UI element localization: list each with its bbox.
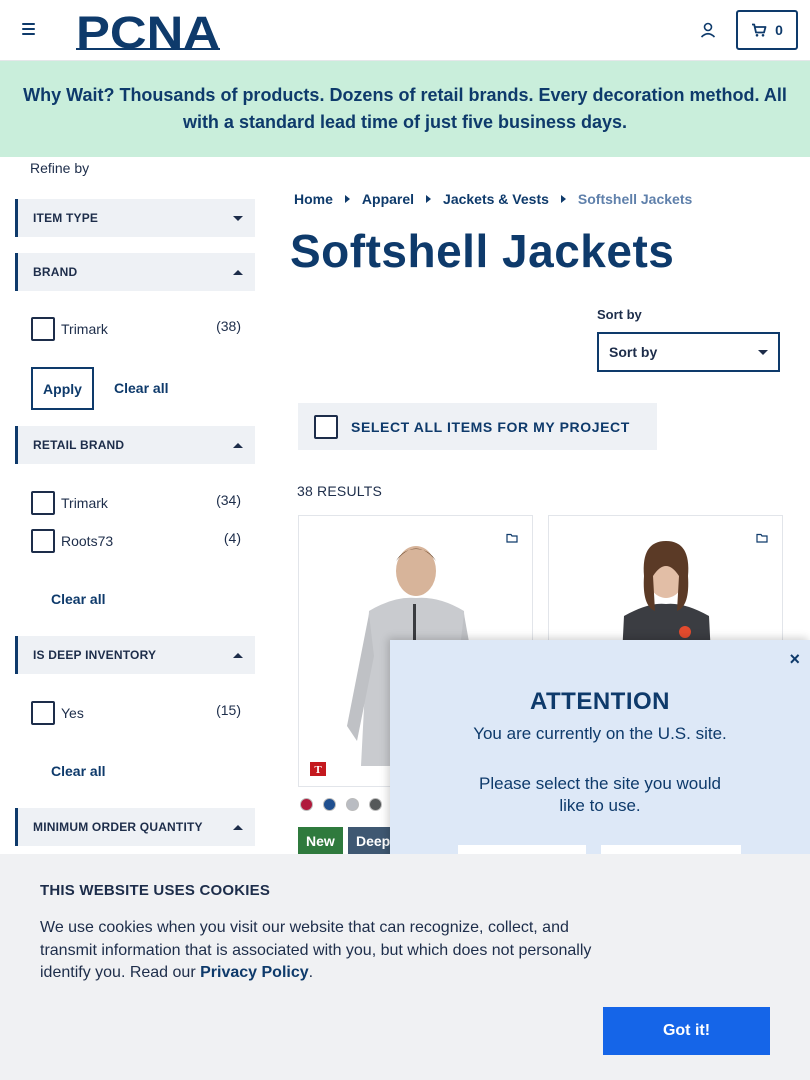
modal-current-site-text: You are currently on the U.S. site. [473, 724, 727, 743]
sort-label: Sort by [597, 307, 642, 322]
option-label: Yes [61, 705, 84, 721]
option-count: (15) [216, 702, 241, 718]
brand-clear-all-link[interactable]: Clear all [114, 380, 168, 396]
facet-retail-brand[interactable]: RETAIL BRAND [15, 426, 255, 464]
cookie-banner: THIS WEBSITE USES COOKIES We use cookies… [0, 854, 810, 1080]
select-all-items-toggle[interactable]: SELECT ALL ITEMS FOR MY PROJECT [298, 403, 657, 450]
checkbox[interactable] [31, 491, 55, 515]
user-account-icon[interactable] [699, 21, 717, 39]
breadcrumb-apparel[interactable]: Apparel [362, 191, 414, 207]
page-title: Softshell Jackets [290, 225, 675, 277]
cart-button[interactable]: 0 [736, 10, 798, 50]
chevron-down-icon [758, 349, 768, 355]
facet-brand[interactable]: BRAND [15, 253, 255, 291]
cart-count: 0 [775, 22, 783, 38]
refine-by-label: Refine by [30, 160, 90, 176]
chevron-up-icon [233, 652, 243, 658]
breadcrumb-arrow-icon [344, 195, 350, 203]
promo-banner-text: Why Wait? Thousands of products. Dozens … [23, 85, 787, 132]
checkbox[interactable] [31, 529, 55, 553]
sort-dropdown[interactable]: Sort by [597, 332, 780, 372]
color-swatch[interactable] [323, 798, 336, 811]
cart-icon [752, 23, 767, 37]
color-swatch[interactable] [346, 798, 359, 811]
facet-label: MINIMUM ORDER QUANTITY [33, 820, 203, 834]
checkbox[interactable] [31, 701, 55, 725]
promo-banner: Why Wait? Thousands of products. Dozens … [0, 61, 810, 157]
modal-title: ATTENTION [529, 688, 671, 715]
cookie-accept-button[interactable]: Got it! [603, 1007, 770, 1055]
retail-brand-option-roots73: Roots73 (4) [31, 529, 241, 553]
apply-button[interactable]: Apply [31, 367, 94, 410]
chevron-up-icon [233, 824, 243, 830]
cookie-body: We use cookies when you visit our websit… [40, 919, 592, 981]
facet-label: ITEM TYPE [33, 211, 99, 225]
option-count: (38) [216, 318, 241, 334]
retail-brand-clear-all-link[interactable]: Clear all [51, 591, 105, 607]
chevron-up-icon [233, 442, 243, 448]
option-label: Trimark [61, 321, 108, 337]
breadcrumb: Home Apparel Jackets & Vests Softshell J… [294, 191, 692, 207]
breadcrumb-jackets-vests[interactable]: Jackets & Vests [443, 191, 549, 207]
close-icon[interactable]: × [789, 649, 800, 670]
color-swatch[interactable] [369, 798, 382, 811]
retail-brand-option-trimark: Trimark (34) [31, 491, 241, 515]
facet-label: RETAIL BRAND [33, 438, 125, 452]
brand-badge-letter: T [314, 764, 322, 776]
chevron-up-icon [233, 269, 243, 275]
menu-icon[interactable] [22, 23, 35, 35]
facet-label: BRAND [33, 265, 78, 279]
select-all-checkbox[interactable] [314, 414, 338, 439]
trimark-brand-icon: T [310, 762, 326, 776]
facet-minimum-order-quantity[interactable]: MINIMUM ORDER QUANTITY [15, 808, 255, 846]
checkbox[interactable] [31, 317, 55, 341]
deep-inventory-option-yes: Yes (15) [31, 701, 241, 725]
option-count: (4) [223, 530, 241, 546]
facet-label: IS DEEP INVENTORY [33, 648, 157, 662]
option-count: (34) [216, 492, 241, 508]
deep-inventory-clear-all-link[interactable]: Clear all [51, 763, 105, 779]
breadcrumb-current: Softshell Jackets [577, 191, 693, 207]
sort-selected-value: Sort by [609, 344, 658, 360]
new-badge: New [298, 827, 343, 854]
color-swatches [300, 798, 382, 811]
breadcrumb-arrow-icon [560, 195, 566, 203]
breadcrumb-arrow-icon [426, 195, 432, 203]
facet-item-type[interactable]: ITEM TYPE [15, 199, 255, 237]
modal-select-site-text: Please select the site you would like to… [479, 774, 721, 815]
color-swatch[interactable] [300, 798, 313, 811]
brand-option-trimark: Trimark (38) [31, 317, 241, 341]
facet-deep-inventory[interactable]: IS DEEP INVENTORY [15, 636, 255, 674]
option-label: Trimark [61, 495, 108, 511]
privacy-policy-link[interactable]: Privacy Policy [200, 964, 309, 981]
site-header: PCNA 0 [0, 0, 810, 61]
pcna-logo[interactable]: PCNA [76, 11, 226, 51]
option-label: Roots73 [61, 533, 114, 549]
breadcrumb-home[interactable]: Home [294, 191, 333, 207]
logo-text: PCNA [76, 11, 220, 51]
cookie-title: THIS WEBSITE USES COOKIES [40, 882, 271, 899]
chevron-down-icon [233, 215, 243, 221]
select-all-label: SELECT ALL ITEMS FOR MY PROJECT [351, 418, 630, 435]
cookie-period: . [308, 964, 314, 981]
cookie-text: We use cookies when you visit our websit… [40, 917, 605, 985]
results-count: 38 RESULTS [297, 483, 382, 499]
